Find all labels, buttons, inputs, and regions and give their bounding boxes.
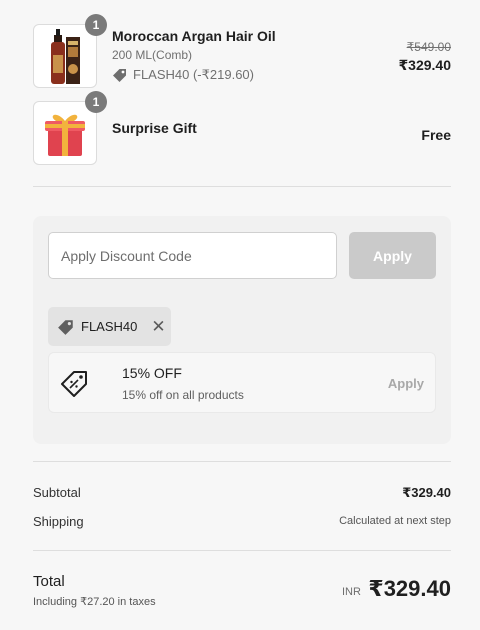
gift-title: Surprise Gift — [112, 120, 197, 136]
divider — [33, 186, 451, 187]
gift-price: Free — [421, 127, 451, 143]
subtotal-label: Subtotal — [33, 485, 81, 500]
offer-title: 15% OFF — [122, 365, 182, 381]
applied-code-chip: FLASH40 ✕ — [48, 307, 171, 346]
gift-box-icon — [45, 114, 85, 156]
offer-description: 15% off on all products — [122, 388, 244, 402]
quantity-badge: 1 — [85, 91, 107, 113]
product-thumbnail: 1 — [33, 14, 107, 88]
divider — [33, 461, 451, 462]
currency-code: INR — [342, 586, 361, 598]
argan-oil-bottle-icon — [51, 29, 80, 84]
product-title: Moroccan Argan Hair Oil — [112, 28, 276, 44]
product-discount: FLASH40 (-₹219.60) — [112, 67, 254, 83]
product-variant: 200 ML(Comb) — [112, 48, 193, 62]
discount-tag-icon — [61, 371, 87, 397]
applied-code-label: FLASH40 — [81, 319, 138, 334]
shipping-value: Calculated at next step — [339, 515, 451, 527]
tax-note: Including ₹27.20 in taxes — [33, 596, 156, 608]
gift-thumbnail: 1 — [33, 91, 107, 165]
discount-code-input[interactable] — [48, 232, 337, 279]
product-discount-label: FLASH40 (-₹219.60) — [133, 67, 254, 82]
total-value: ₹329.40 — [368, 576, 451, 601]
offer-apply-button[interactable]: Apply — [388, 376, 424, 391]
product-price: ₹329.40 — [398, 57, 451, 73]
apply-discount-button[interactable]: Apply — [349, 232, 436, 279]
quantity-badge: 1 — [85, 14, 107, 36]
offer-card[interactable]: 15% OFF 15% off on all products Apply — [48, 352, 436, 413]
total-label: Total — [33, 573, 65, 590]
remove-code-icon[interactable]: ✕ — [151, 318, 165, 335]
tag-icon — [113, 69, 126, 82]
original-price: ₹549.00 — [406, 40, 451, 54]
divider — [33, 550, 451, 551]
subtotal-value: ₹329.40 — [402, 485, 451, 500]
tag-icon — [58, 319, 73, 335]
shipping-label: Shipping — [33, 514, 84, 529]
